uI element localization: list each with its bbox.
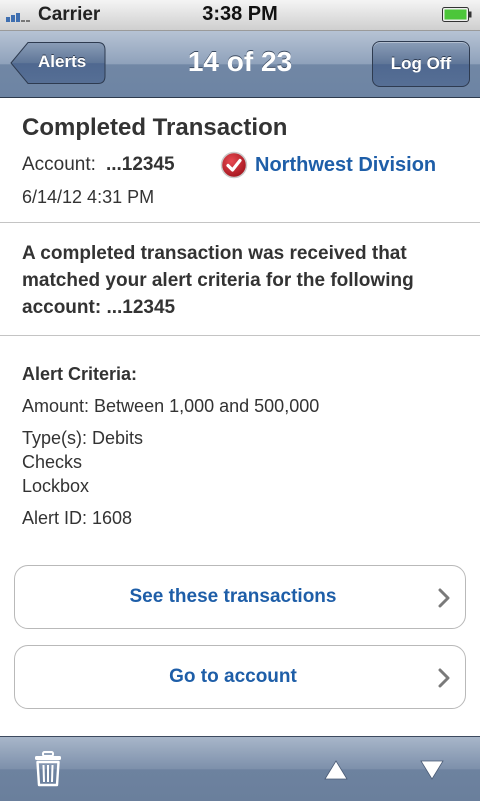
criteria-type-checks: Checks bbox=[22, 452, 83, 472]
chevron-right-icon bbox=[438, 668, 450, 688]
up-arrow-icon[interactable] bbox=[323, 759, 349, 781]
division-link[interactable]: Northwest Division bbox=[255, 154, 436, 177]
trash-icon[interactable] bbox=[34, 751, 62, 787]
account-line: Account: ...12345 bbox=[22, 154, 175, 176]
criteria-types: Type(s): Debits bbox=[22, 428, 144, 448]
divider bbox=[0, 335, 480, 336]
clock: 3:38 PM bbox=[202, 3, 278, 25]
criteria-amount: Amount: Between 1,000 and 500,000 bbox=[22, 396, 320, 416]
alert-datetime: 6/14/12 4:31 PM bbox=[22, 187, 155, 207]
chevron-right-icon bbox=[438, 588, 450, 608]
account-number: ...12345 bbox=[105, 154, 175, 175]
bottom-toolbar bbox=[0, 736, 480, 801]
see-transactions-button[interactable]: See these transactions bbox=[14, 565, 466, 629]
down-arrow-icon[interactable] bbox=[419, 759, 445, 781]
go-to-account-button[interactable]: Go to account bbox=[14, 645, 466, 709]
checkmark-icon bbox=[220, 151, 248, 179]
divider bbox=[0, 222, 480, 223]
status-bar: Carrier 3:38 PM bbox=[0, 0, 480, 31]
account-label: Account: bbox=[22, 154, 96, 175]
page-title: Completed Transaction bbox=[22, 114, 288, 141]
criteria-type-lockbox: Lockbox bbox=[22, 476, 90, 496]
log-off-button[interactable]: Log Off bbox=[372, 41, 470, 87]
navigation-bar: Alerts 14 of 23 Log Off bbox=[0, 31, 480, 98]
criteria-heading: Alert Criteria: bbox=[22, 364, 138, 384]
go-to-account-label: Go to account bbox=[169, 666, 297, 687]
battery-icon bbox=[442, 7, 472, 22]
criteria-alert-id: Alert ID: 1608 bbox=[22, 508, 133, 528]
alert-message: A completed transaction was received tha… bbox=[22, 243, 414, 318]
see-transactions-label: See these transactions bbox=[129, 586, 337, 607]
